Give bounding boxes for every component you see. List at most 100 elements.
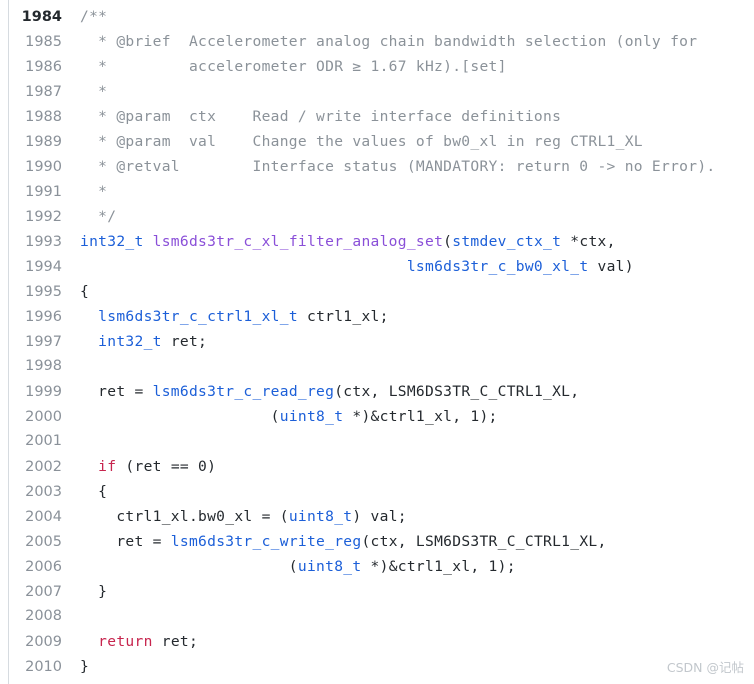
code-line[interactable]: 1998 — [0, 354, 754, 379]
code-line[interactable]: 1996 lsm6ds3tr_c_ctrl1_xl_t ctrl1_xl; — [0, 304, 754, 329]
code-token-plain: } — [80, 658, 90, 675]
code-token-plain: *ctx, — [570, 233, 616, 250]
code-token-type: int32_t — [98, 333, 162, 350]
line-content[interactable]: } — [62, 654, 89, 679]
code-token-comment: * @brief Accelerometer analog chain band… — [80, 33, 698, 50]
code-line[interactable]: 2010} — [0, 654, 754, 679]
line-content[interactable]: ctrl1_xl.bw0_xl = (uint8_t) val; — [62, 504, 407, 529]
code-token-function_call: lsm6ds3tr_c_read_reg — [152, 383, 335, 400]
line-number: 1996 — [25, 309, 62, 325]
code-token-function_definition: lsm6ds3tr_c_xl_filter_analog_set — [152, 233, 444, 250]
line-number: 1992 — [25, 209, 62, 225]
code-token-type: stmdev_ctx_t — [452, 233, 571, 250]
line-number: 1993 — [25, 234, 62, 250]
code-token-plain: ) val; — [352, 508, 407, 525]
code-token-plain: ctrl1_xl.bw0_xl = ( — [80, 508, 289, 525]
line-content[interactable]: { — [62, 479, 107, 504]
code-token-plain: { — [80, 283, 90, 300]
line-content[interactable]: ret = lsm6ds3tr_c_read_reg(ctx, LSM6DS3T… — [62, 379, 579, 404]
line-content[interactable]: return ret; — [62, 629, 198, 654]
code-token-keyword: return — [98, 633, 153, 650]
code-line[interactable]: 1987 * — [0, 79, 754, 104]
code-line[interactable]: 1997 int32_t ret; — [0, 329, 754, 354]
code-token-type: lsm6ds3tr_c_bw0_xl_t — [406, 258, 598, 275]
line-content[interactable]: lsm6ds3tr_c_bw0_xl_t val) — [62, 254, 634, 279]
code-line[interactable]: 1991 * — [0, 179, 754, 204]
code-token-plain: ret; — [152, 633, 199, 650]
code-line[interactable]: 1988 * @param ctx Read / write interface… — [0, 104, 754, 129]
code-token-plain: *)&ctrl1_xl, 1); — [361, 558, 516, 575]
line-content[interactable]: * @retval Interface status (MANDATORY: r… — [62, 154, 715, 179]
code-line[interactable]: 2003 { — [0, 479, 754, 504]
line-content[interactable]: { — [62, 279, 89, 304]
line-content[interactable]: if (ret == 0) — [62, 454, 216, 479]
code-line[interactable]: 2007 } — [0, 579, 754, 604]
line-number: 1991 — [25, 184, 62, 200]
code-token-plain: val) — [597, 258, 634, 275]
code-line[interactable]: 2006 (uint8_t *)&ctrl1_xl, 1); — [0, 554, 754, 579]
line-number: 1995 — [25, 284, 62, 300]
code-line[interactable]: 1989 * @param val Change the values of b… — [0, 129, 754, 154]
code-line[interactable]: 2002 if (ret == 0) — [0, 454, 754, 479]
code-token-comment: */ — [80, 208, 117, 225]
line-number: 1984 — [21, 9, 62, 25]
line-number: 1988 — [25, 109, 62, 125]
code-token-plain: ret; — [161, 333, 208, 350]
code-line[interactable]: 1994 lsm6ds3tr_c_bw0_xl_t val) — [0, 254, 754, 279]
code-token-comment: * — [80, 83, 108, 100]
line-content[interactable]: int32_t lsm6ds3tr_c_xl_filter_analog_set… — [62, 229, 616, 254]
line-number: 1989 — [25, 134, 62, 150]
code-token-comment: * @param ctx Read / write interface defi… — [80, 108, 562, 125]
line-content[interactable]: /** — [62, 4, 107, 29]
code-token-plain: (ctx, LSM6DS3TR_C_CTRL1_XL, — [334, 383, 580, 400]
code-line[interactable]: 2009 return ret; — [0, 629, 754, 654]
line-number: 2009 — [25, 634, 62, 650]
code-line[interactable]: 1990 * @retval Interface status (MANDATO… — [0, 154, 754, 179]
code-line[interactable]: 2004 ctrl1_xl.bw0_xl = (uint8_t) val; — [0, 504, 754, 529]
code-line[interactable]: 2008 — [0, 604, 754, 629]
code-token-function_call: lsm6ds3tr_c_write_reg — [170, 533, 362, 550]
line-content[interactable]: * @brief Accelerometer analog chain band… — [62, 29, 697, 54]
code-line[interactable]: 2005 ret = lsm6ds3tr_c_write_reg(ctx, LS… — [0, 529, 754, 554]
line-number: 1986 — [25, 59, 62, 75]
code-line[interactable]: 2001 — [0, 429, 754, 454]
code-line[interactable]: 1993 int32_t lsm6ds3tr_c_xl_filter_analog… — [0, 229, 754, 254]
line-number: 1998 — [25, 358, 62, 374]
line-content[interactable]: } — [62, 579, 107, 604]
code-line[interactable]: 1984 /** — [0, 4, 754, 29]
code-line[interactable]: 1985 * @brief Accelerometer analog chain… — [0, 29, 754, 54]
code-token-plain: ret = — [80, 533, 171, 550]
code-snippet-viewer: 1984 /** 1985 * @brief Accelerometer analo… — [0, 0, 754, 684]
code-token-comment: * — [80, 183, 108, 200]
line-content[interactable]: * — [62, 179, 107, 204]
code-token-comment: * accelerometer ODR ≥ 1.67 kHz).[set] — [80, 58, 507, 75]
line-content[interactable]: lsm6ds3tr_c_ctrl1_xl_t ctrl1_xl; — [62, 304, 389, 329]
line-content[interactable]: */ — [62, 204, 116, 229]
code-token-type: int32_t — [80, 233, 153, 250]
code-line[interactable]: 1986 * accelerometer ODR ≥ 1.67 kHz).[se… — [0, 54, 754, 79]
line-content[interactable]: (uint8_t *)&ctrl1_xl, 1); — [62, 404, 498, 429]
code-line-list[interactable]: 1984 /** 1985 * @brief Accelerometer analo… — [0, 4, 754, 679]
line-content[interactable]: * accelerometer ODR ≥ 1.67 kHz).[set] — [62, 54, 507, 79]
line-number: 2004 — [25, 509, 62, 525]
line-content[interactable]: * @param ctx Read / write interface defi… — [62, 104, 561, 129]
code-line[interactable]: 1992 */ — [0, 204, 754, 229]
line-content[interactable]: int32_t ret; — [62, 329, 207, 354]
line-content[interactable]: (uint8_t *)&ctrl1_xl, 1); — [62, 554, 516, 579]
csdn-watermark: CSDN @记帖 — [666, 660, 744, 675]
line-content[interactable]: * @param val Change the values of bw0_xl… — [62, 129, 643, 154]
line-number: 2001 — [25, 433, 62, 449]
code-line[interactable]: 1995 { — [0, 279, 754, 304]
line-number: 2002 — [25, 459, 62, 475]
line-number: 1990 — [25, 159, 62, 175]
line-content[interactable]: * — [62, 79, 107, 104]
line-content[interactable]: ret = lsm6ds3tr_c_write_reg(ctx, LSM6DS3… — [62, 529, 607, 554]
code-line[interactable]: 2000 (uint8_t *)&ctrl1_xl, 1); — [0, 404, 754, 429]
code-token-plain: ( — [80, 558, 298, 575]
code-line[interactable]: 1999 ret = lsm6ds3tr_c_read_reg(ctx, LSM… — [0, 379, 754, 404]
